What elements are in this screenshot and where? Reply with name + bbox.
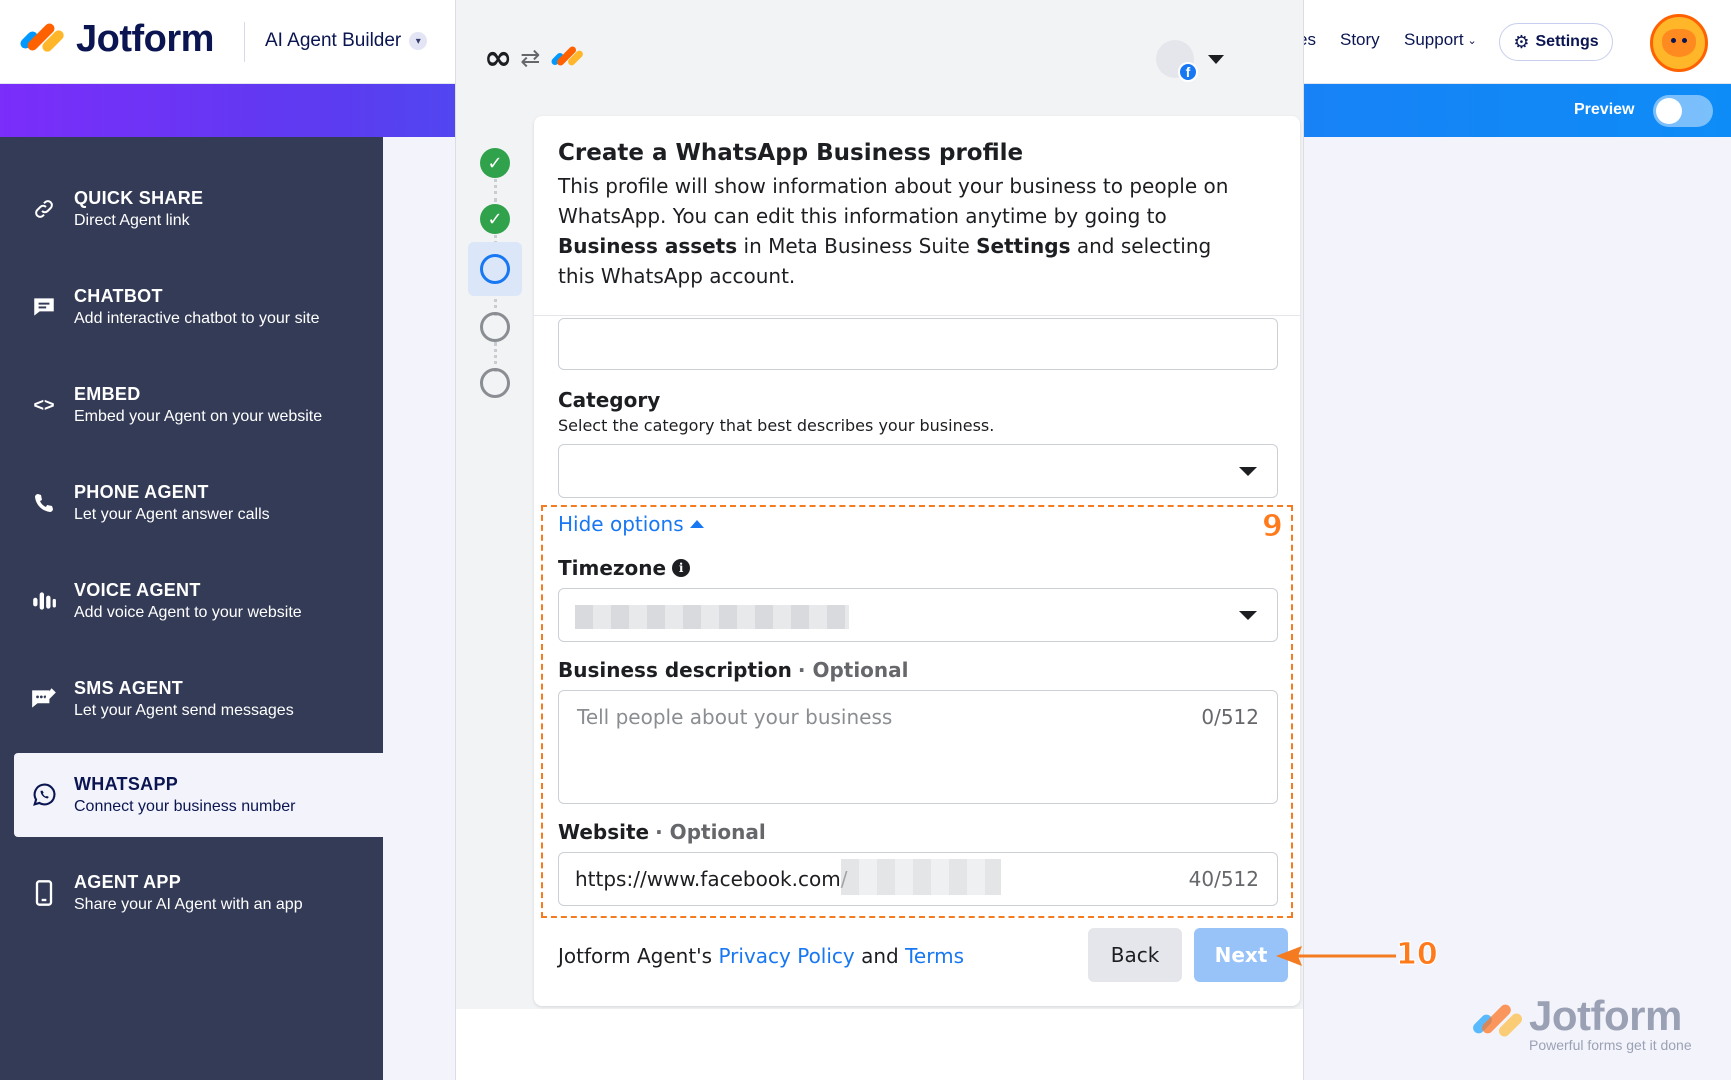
gear-icon: ⚙ (1513, 31, 1530, 52)
mobile-app-icon (14, 879, 74, 907)
nav-link-story[interactable]: Story (1340, 30, 1380, 50)
pending-step-circle-icon (480, 312, 510, 342)
code-icon: <> (33, 394, 55, 415)
card-description: This profile will show information about… (558, 174, 1229, 288)
sidebar-item-quick-share[interactable]: QUICK SHARE Direct Agent link (14, 167, 383, 251)
sidebar-item-title: WHATSAPP (74, 774, 179, 794)
jotform-logo-icon (1470, 1001, 1525, 1047)
watermark-title: Jotform (1529, 992, 1682, 1039)
chat-icon (14, 294, 74, 320)
card-title: Create a WhatsApp Business profile (558, 140, 1024, 166)
sidebar-item-subtitle: Connect your business number (74, 798, 296, 815)
link-icon (14, 197, 74, 221)
privacy-policy-link[interactable]: Privacy Policy (718, 944, 854, 968)
jotform-logo-icon (550, 43, 585, 73)
sidebar-item-subtitle: Add interactive chatbot to your site (74, 310, 320, 327)
settings-button[interactable]: ⚙ Settings (1499, 23, 1613, 61)
swap-arrows-icon: ⇄ (520, 44, 541, 72)
card-header: Create a WhatsApp Business profile This … (534, 116, 1300, 316)
pending-step-circle-icon (480, 368, 510, 398)
jotform-watermark: Jotform Powerful forms get it done (1470, 992, 1692, 1053)
dialog-header: ∞ ⇄ f (456, 0, 1303, 114)
account-switcher[interactable]: f (1156, 40, 1224, 82)
sidebar-item-title: VOICE AGENT (74, 580, 201, 600)
avatar-face-icon (1662, 29, 1696, 57)
meta-logo-icon: ∞ (484, 38, 512, 78)
sidebar-item-voice-agent[interactable]: VOICE AGENT Add voice Agent to your websi… (14, 559, 383, 643)
publish-sidebar: QUICK SHARE Direct Agent link CHATBOT Add … (0, 137, 383, 1080)
sidebar-item-whatsapp[interactable]: WHATSAPP Connect your business number (14, 753, 383, 837)
sms-icon (14, 686, 74, 712)
jotform-logo-icon (18, 20, 66, 60)
sidebar-item-agent-app[interactable]: AGENT APP Share your AI Agent with an app (14, 851, 383, 935)
sidebar-item-embed[interactable]: <> EMBED Embed your Agent on your website (14, 363, 383, 447)
phone-icon (14, 491, 74, 515)
step-2-complete: ✓ (468, 192, 522, 246)
sidebar-item-subtitle: Share your AI Agent with an app (74, 896, 303, 913)
category-label: Category (558, 388, 661, 412)
step-4-pending (468, 300, 522, 354)
sidebar-item-title: EMBED (74, 384, 141, 404)
sidebar-item-subtitle: Embed your Agent on your website (74, 408, 323, 425)
annotation-arrow-icon (1276, 946, 1396, 966)
sidebar-item-title: AGENT APP (74, 872, 182, 892)
preview-toggle[interactable] (1653, 95, 1713, 127)
step-1-complete: ✓ (468, 136, 522, 190)
toggle-knob (1656, 98, 1682, 124)
sidebar-item-subtitle: Add voice Agent to your website (74, 604, 302, 621)
brand-name: Jotform (76, 18, 214, 60)
jotform-logo[interactable]: Jotform (18, 18, 214, 61)
preview-label: Preview (1574, 101, 1635, 118)
chevron-down-icon: ⌄ (1467, 34, 1477, 47)
facebook-icon: f (1178, 62, 1198, 82)
sidebar-item-title: CHATBOT (74, 286, 163, 306)
category-select[interactable] (558, 444, 1278, 498)
sidebar-item-title: SMS AGENT (74, 678, 184, 698)
next-button[interactable]: Next (1194, 928, 1288, 982)
sidebar-item-subtitle: Direct Agent link (74, 212, 190, 229)
product-name: AI Agent Builder (265, 30, 402, 51)
step-5-pending (468, 356, 522, 410)
sidebar-item-title: QUICK SHARE (74, 188, 204, 208)
current-step-circle-icon (480, 254, 510, 284)
checkmark-icon: ✓ (480, 204, 510, 234)
sidebar-item-chatbot[interactable]: CHATBOT Add interactive chatbot to your s… (14, 265, 383, 349)
settings-label: Settings (1535, 33, 1599, 50)
connection-icons: ∞ ⇄ (484, 38, 585, 78)
sidebar-item-title: PHONE AGENT (74, 482, 209, 502)
business-name-input[interactable] (558, 318, 1278, 370)
watermark-subtitle: Powerful forms get it done (1529, 1037, 1692, 1053)
support-label: Support (1404, 30, 1464, 49)
caret-down-icon (1239, 467, 1257, 476)
sidebar-item-subtitle: Let your Agent answer calls (74, 506, 270, 523)
whatsapp-icon (14, 781, 74, 809)
product-switcher[interactable]: AI Agent Builder ▾ (265, 30, 428, 52)
sidebar-item-subtitle: Let your Agent send messages (74, 702, 294, 719)
nav-divider (244, 22, 245, 62)
back-button[interactable]: Back (1088, 928, 1182, 982)
chevron-down-icon: ▾ (409, 32, 428, 50)
checkmark-icon: ✓ (480, 148, 510, 178)
annotation-step-9: 9 (1262, 509, 1284, 545)
sidebar-item-sms-agent[interactable]: SMS AGENT Let your Agent send messages (14, 657, 383, 741)
legal-footer: Jotform Agent's Privacy Policy and Terms (558, 944, 965, 968)
nav-link-support[interactable]: Support ⌄ (1404, 30, 1477, 50)
user-avatar[interactable] (1650, 14, 1708, 72)
annotation-highlight-box (541, 505, 1293, 918)
annotation-step-10: 10 (1396, 937, 1439, 973)
step-3-current (468, 242, 522, 296)
sidebar-item-phone-agent[interactable]: PHONE AGENT Let your Agent answer calls (14, 461, 383, 545)
category-help: Select the category that best describes … (558, 416, 995, 435)
terms-link[interactable]: Terms (905, 944, 964, 968)
voice-bars-icon (14, 588, 74, 614)
caret-down-icon (1208, 54, 1224, 64)
account-avatar: f (1156, 40, 1198, 82)
